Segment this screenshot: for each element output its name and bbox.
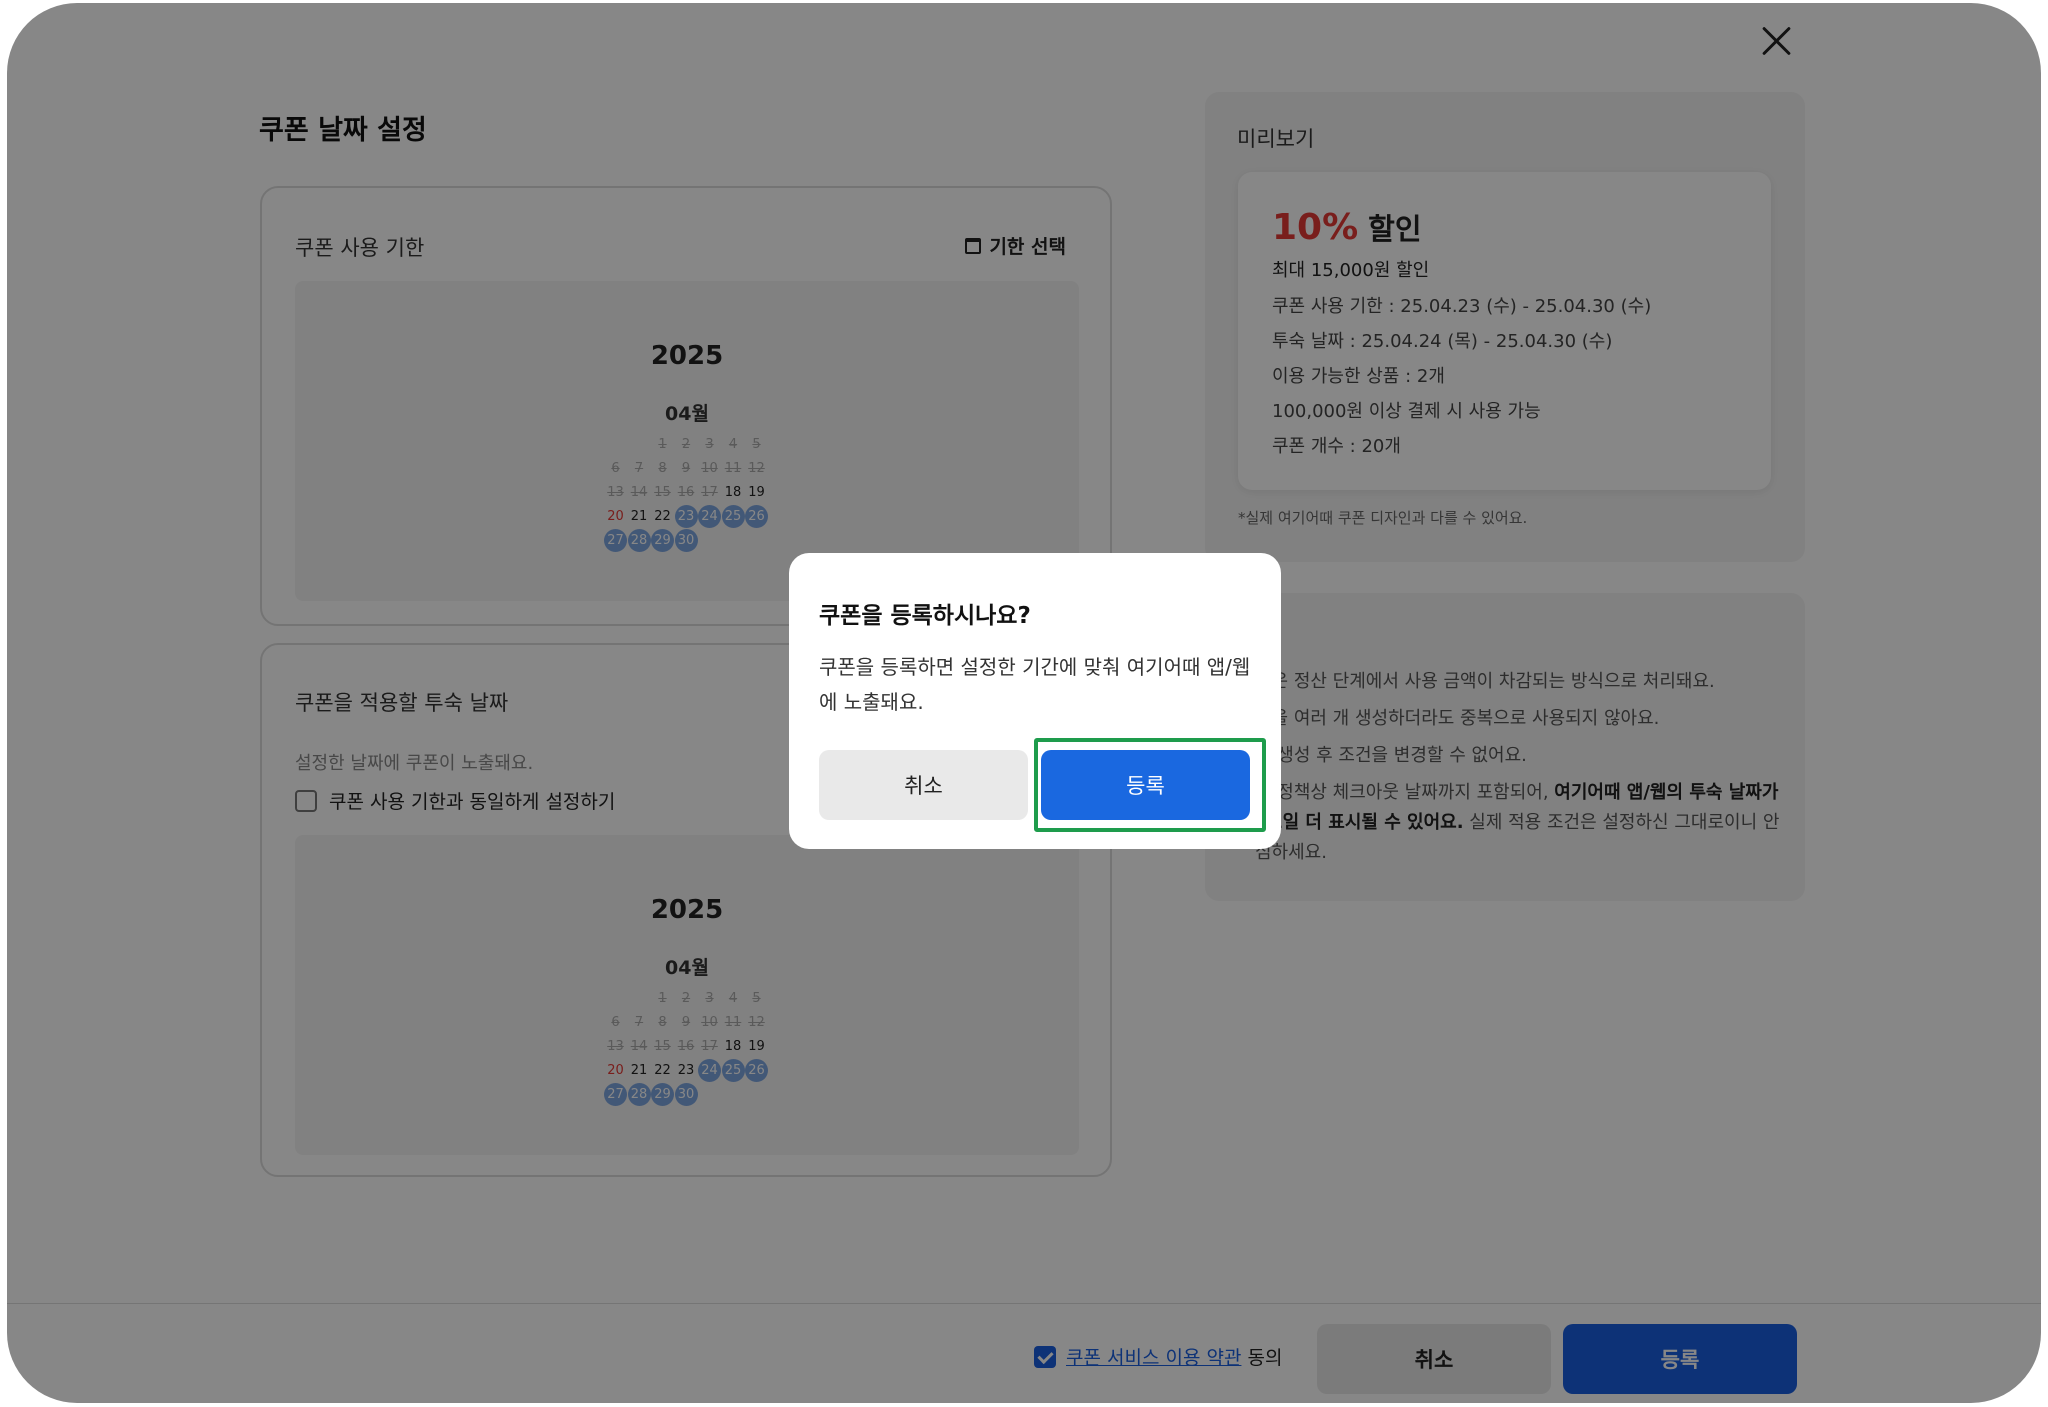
dialog-cancel-button[interactable]: 취소 — [819, 750, 1028, 820]
dialog-title: 쿠폰을 등록하시나요? — [819, 603, 1031, 629]
app-frame: 쿠폰 날짜 설정 쿠폰 사용 기한 기한 선택 2025 04월 1234567… — [7, 3, 2041, 1403]
focus-highlight — [1034, 738, 1266, 832]
dialog-message: 쿠폰을 등록하면 설정한 기간에 맞춰 여기어때 앱/웹에 노출돼요. — [819, 655, 1251, 714]
